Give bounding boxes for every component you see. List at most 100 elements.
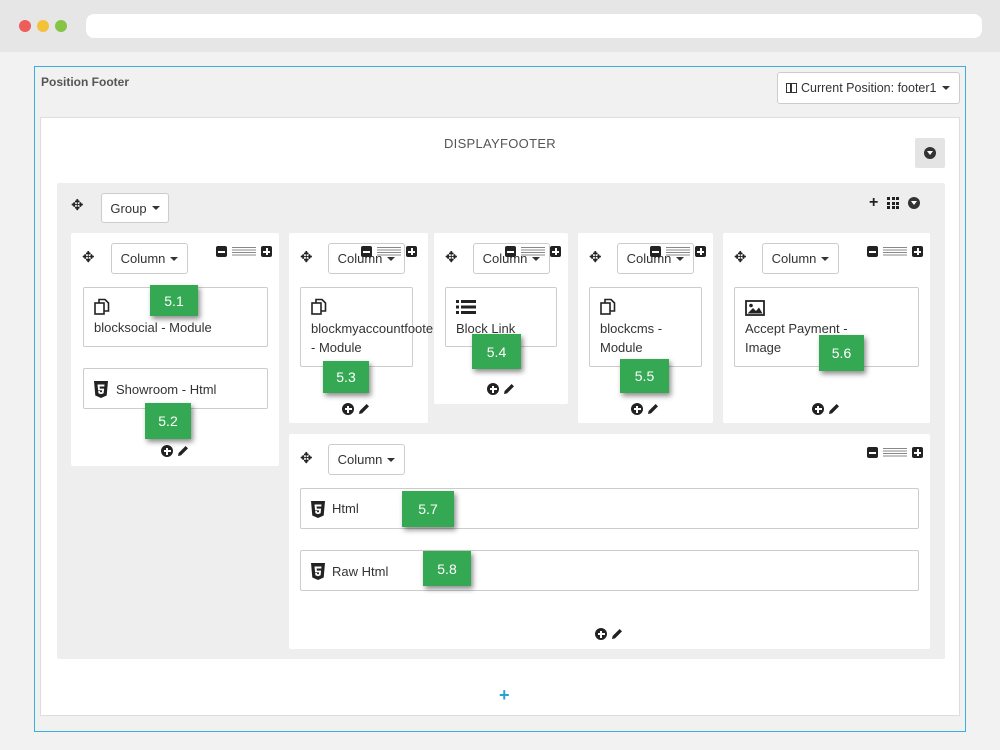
add-module-icon[interactable]	[487, 383, 499, 395]
caret-down-icon	[170, 256, 179, 261]
page-content: Position Footer Current Position: footer…	[0, 52, 1000, 750]
address-bar[interactable]	[86, 14, 982, 38]
column-toolbar	[867, 246, 923, 257]
column-4: ✥ Column blockcms - Module	[578, 233, 713, 423]
add-module-icon[interactable]	[631, 403, 643, 415]
browser-chrome	[0, 0, 1000, 52]
pencil-icon[interactable]	[503, 383, 515, 395]
pencil-icon[interactable]	[177, 445, 189, 457]
move-icon[interactable]: ✥	[71, 198, 84, 213]
increase-width-icon[interactable]	[912, 447, 923, 458]
decrease-width-icon[interactable]	[867, 246, 878, 257]
annotation-badge: 5.5	[620, 359, 669, 393]
column-label: Column	[771, 251, 817, 266]
column-toolbar	[650, 246, 706, 257]
module-label-line2: - Module	[311, 340, 362, 355]
maximize-window-dot[interactable]	[55, 20, 67, 32]
module-label: Showroom - Html	[116, 382, 217, 397]
column-dropdown[interactable]: Column	[111, 243, 188, 274]
close-window-dot[interactable]	[19, 20, 31, 32]
caret-down-icon	[676, 256, 685, 261]
decrease-width-icon[interactable]	[361, 246, 372, 257]
caret-down-icon	[532, 256, 541, 261]
increase-width-icon[interactable]	[406, 246, 417, 257]
width-lines-icon	[377, 247, 401, 256]
columns-icon	[786, 83, 797, 93]
column-actions	[631, 403, 659, 415]
pencil-icon[interactable]	[611, 628, 623, 640]
column-toolbar	[361, 246, 417, 257]
circle-arrow-down-icon[interactable]	[908, 197, 921, 209]
column-label: Column	[120, 251, 166, 266]
add-module-icon[interactable]	[595, 628, 607, 640]
pencil-icon[interactable]	[828, 403, 840, 415]
width-lines-icon	[883, 247, 907, 256]
group-dropdown[interactable]: Group	[101, 193, 169, 223]
current-position-dropdown[interactable]: Current Position: footer1	[777, 72, 960, 104]
module-html[interactable]: Html	[300, 488, 919, 529]
pencil-icon[interactable]	[647, 403, 659, 415]
html5-icon	[311, 501, 325, 518]
add-module-icon[interactable]	[812, 403, 824, 415]
annotation-badge: 5.4	[472, 334, 521, 369]
module-label-line1: blockmyaccountfooter	[311, 321, 436, 336]
add-column-icon[interactable]: +	[869, 195, 878, 211]
module-label-line2: Image	[745, 340, 782, 355]
pencil-icon[interactable]	[358, 403, 370, 415]
caret-down-icon	[387, 256, 396, 261]
annotation-badge: 5.7	[402, 491, 454, 527]
caret-down-icon	[151, 206, 160, 210]
decrease-width-icon[interactable]	[216, 246, 227, 257]
annotation-badge: 5.3	[323, 361, 369, 393]
hook-collapse-button[interactable]	[915, 138, 945, 168]
module-raw-html[interactable]: Raw Html	[300, 550, 919, 591]
module-label-line2: Module	[600, 340, 643, 355]
column-5: ✥ Column Accept Payment - Image	[723, 233, 930, 423]
increase-width-icon[interactable]	[550, 246, 561, 257]
move-icon[interactable]: ✥	[82, 250, 95, 265]
column-actions	[595, 628, 623, 640]
move-icon[interactable]: ✥	[734, 250, 747, 265]
module-label-line1: blockcms -	[600, 321, 663, 336]
circle-arrow-down-icon	[924, 147, 936, 159]
column-actions	[161, 445, 189, 457]
width-lines-icon	[232, 247, 256, 256]
caret-down-icon	[941, 86, 950, 90]
module-blockmyaccountfooter[interactable]: blockmyaccountfooter - Module	[300, 287, 436, 367]
group-toolbar: +	[869, 195, 921, 211]
move-icon[interactable]: ✥	[300, 250, 313, 265]
move-icon[interactable]: ✥	[589, 250, 602, 265]
column-3: ✥ Column Block Link	[434, 233, 568, 404]
column-dropdown[interactable]: Column	[328, 444, 405, 475]
minimize-window-dot[interactable]	[37, 20, 49, 32]
column-toolbar	[505, 246, 561, 257]
move-icon[interactable]: ✥	[445, 250, 458, 265]
copy-icon	[311, 298, 327, 315]
decrease-width-icon[interactable]	[867, 447, 878, 458]
module-blockcms[interactable]: blockcms - Module	[589, 287, 702, 367]
increase-width-icon[interactable]	[912, 246, 923, 257]
increase-width-icon[interactable]	[695, 246, 706, 257]
add-module-icon[interactable]	[161, 445, 173, 457]
column-toolbar	[867, 447, 923, 458]
image-icon	[745, 300, 765, 316]
list-icon	[456, 300, 476, 314]
column-6: ✥ Column Html Raw Html	[289, 434, 930, 649]
width-lines-icon	[666, 247, 690, 256]
group-label: Group	[110, 200, 147, 216]
annotation-badge: 5.2	[145, 403, 191, 439]
width-lines-icon	[521, 247, 545, 256]
decrease-width-icon[interactable]	[650, 246, 661, 257]
caret-down-icon	[821, 256, 830, 261]
add-module-icon[interactable]	[342, 403, 354, 415]
move-icon[interactable]: ✥	[300, 451, 313, 466]
decrease-width-icon[interactable]	[505, 246, 516, 257]
column-dropdown[interactable]: Column	[762, 243, 839, 274]
position-footer-panel: Position Footer Current Position: footer…	[34, 66, 966, 732]
html5-icon	[94, 381, 108, 398]
grid-icon[interactable]	[887, 197, 900, 209]
add-group-icon[interactable]: +	[499, 686, 510, 704]
annotation-badge: 5.1	[150, 285, 198, 316]
increase-width-icon[interactable]	[261, 246, 272, 257]
column-actions	[342, 403, 370, 415]
